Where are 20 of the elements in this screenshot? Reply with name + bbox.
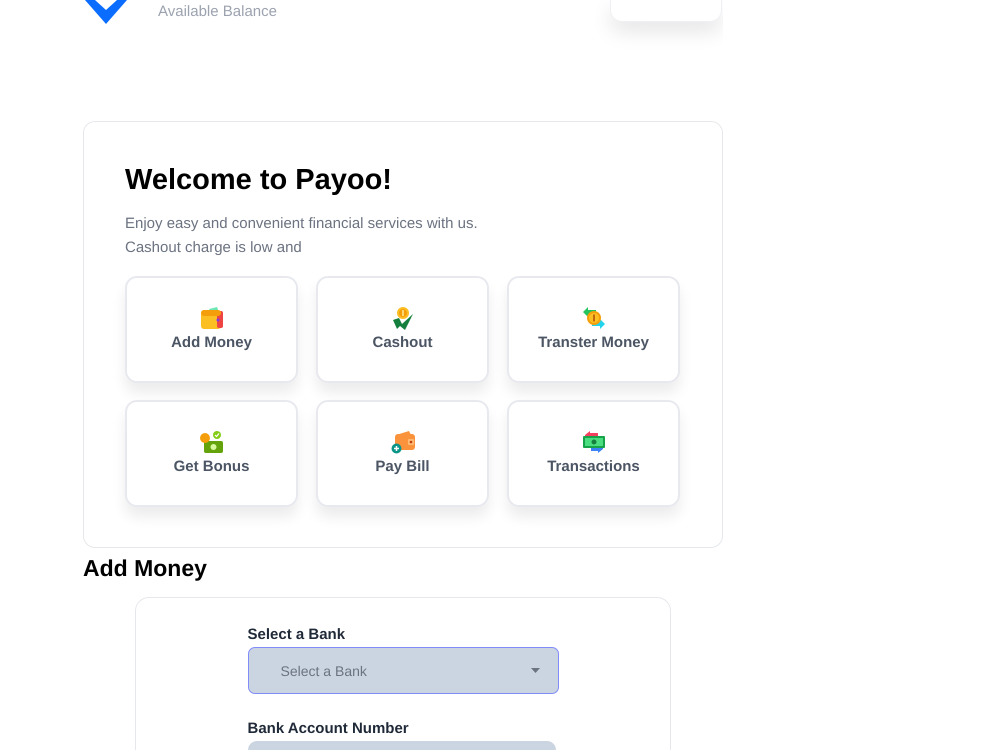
welcome-description: Enjoy easy and convenient financial services with us. Cashout charge is low and — [125, 214, 479, 258]
service-card[interactable]: Pay Bill — [316, 400, 489, 507]
coin-arrow-icon — [390, 306, 414, 330]
section-heading: Add Money — [83, 554, 208, 583]
banknote-arrows-icon — [582, 430, 606, 454]
balance-label: Available Balance — [158, 3, 277, 21]
welcome-title: Welcome to Payoo! — [125, 163, 393, 198]
service-card[interactable]: Transactions — [507, 400, 680, 507]
logo-icon — [85, 0, 127, 24]
coin-exchange-icon — [582, 306, 606, 330]
field-label: Bank Account Number — [248, 720, 410, 737]
field-label: Select a Bank — [248, 626, 346, 643]
caret-icon — [530, 668, 540, 673]
service-card[interactable]: Cashout — [316, 276, 489, 383]
service-card[interactable]: Transter Money — [507, 276, 680, 383]
cash-coins-icon — [200, 430, 224, 454]
service-card[interactable]: Add Money — [125, 276, 298, 383]
service-card[interactable]: Get Bonus — [125, 400, 298, 507]
wallet-icon — [200, 306, 224, 330]
wallet-plus-icon — [390, 430, 414, 454]
